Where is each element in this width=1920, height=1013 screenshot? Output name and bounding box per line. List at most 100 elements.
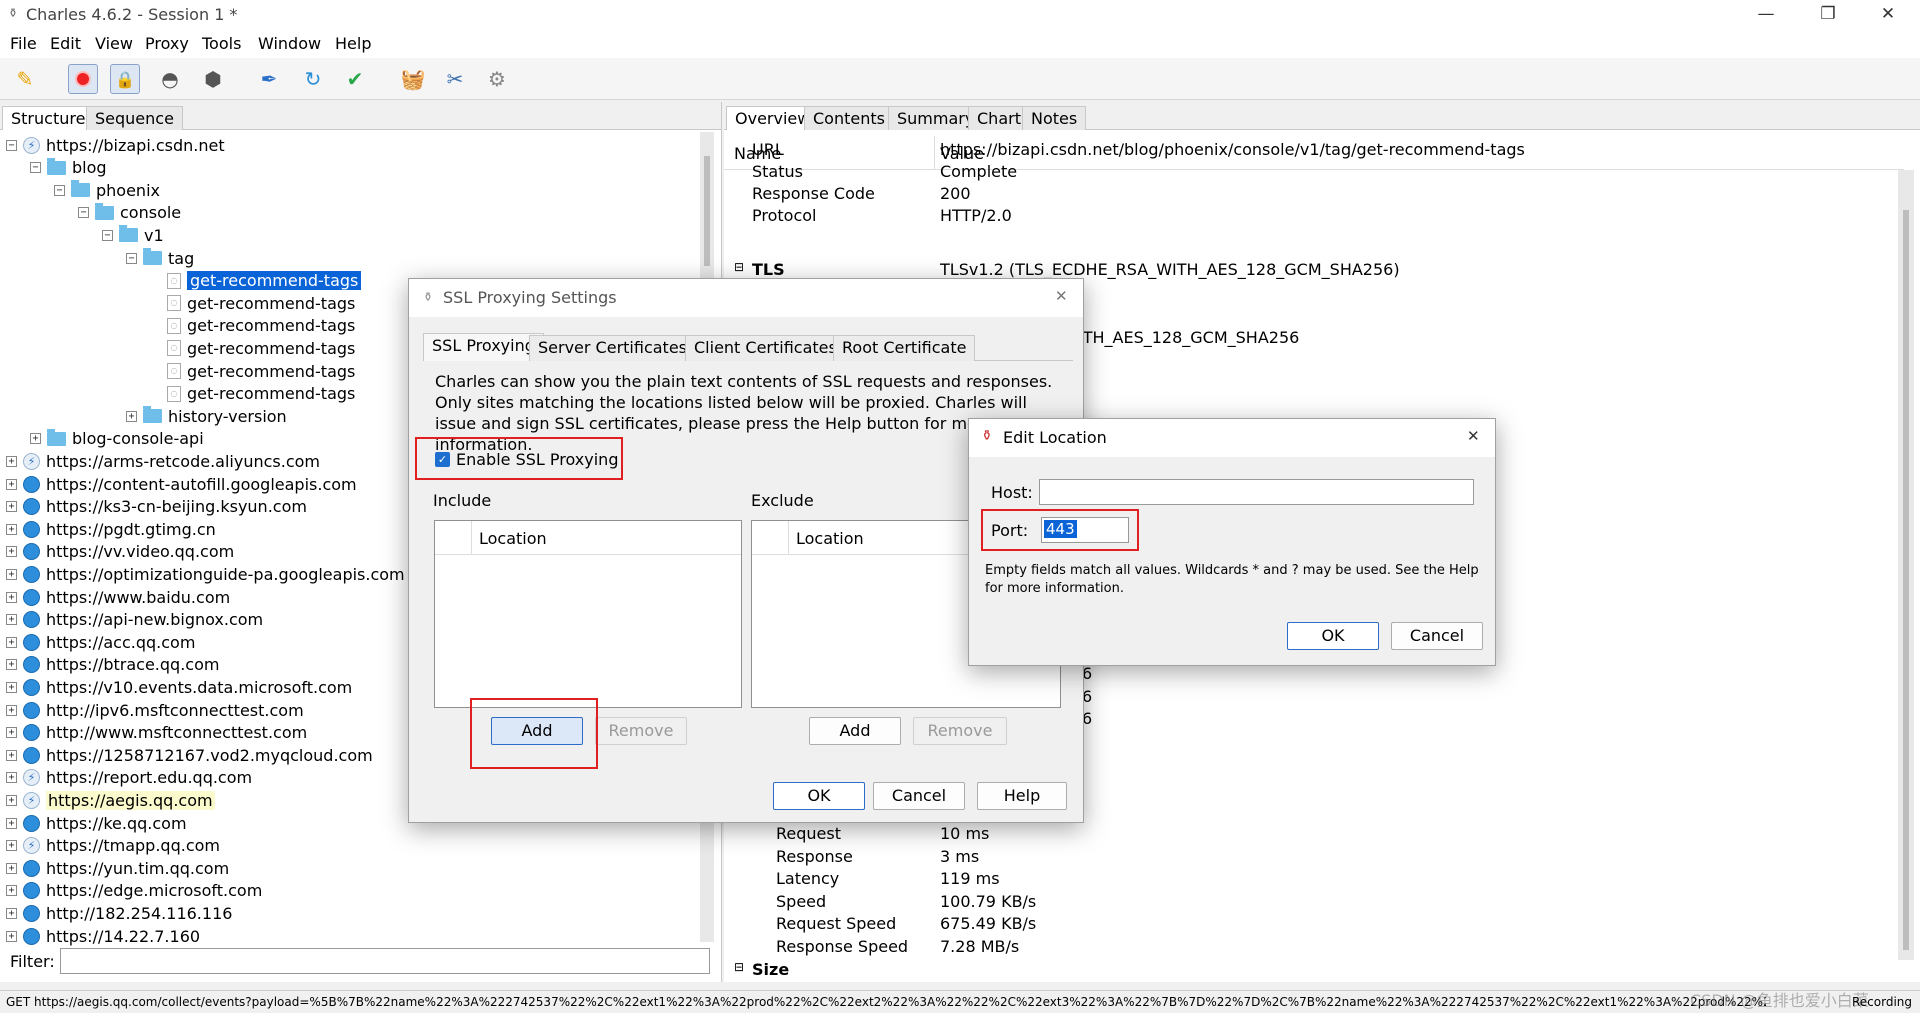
include-remove-button[interactable]: Remove <box>595 717 687 745</box>
menu-tools[interactable]: Tools <box>202 34 241 53</box>
tree-node[interactable]: − blog <box>30 157 107 179</box>
expand-icon[interactable]: + <box>6 455 17 467</box>
tab-structure[interactable]: Structure <box>2 106 95 130</box>
tree-node[interactable]: ◌ get-recommend-tags <box>150 270 362 292</box>
tree-node[interactable]: + https://content-autofill.googleapis.com <box>6 473 357 495</box>
collapse-icon[interactable]: − <box>6 139 17 151</box>
tree-node[interactable]: + https://1258712167.vod2.myqcloud.com <box>6 744 373 766</box>
exclude-add-button[interactable]: Add <box>809 717 901 745</box>
expand-icon[interactable]: + <box>30 433 41 445</box>
tree-node[interactable]: + https://btrace.qq.com <box>6 654 219 676</box>
edit-dialog-close-icon[interactable]: ✕ <box>1467 427 1480 445</box>
turtle-icon[interactable]: ◓ <box>155 64 185 94</box>
expand-icon[interactable]: + <box>6 749 17 761</box>
tree-node[interactable]: + https://www.baidu.com <box>6 586 230 608</box>
tree-node[interactable]: + https://acc.qq.com <box>6 631 195 653</box>
tab-notes[interactable]: Notes <box>1022 106 1087 130</box>
tree-node[interactable]: + https://edge.microsoft.com <box>6 880 262 902</box>
filter-input[interactable] <box>60 948 710 974</box>
ssl-cancel-button[interactable]: Cancel <box>873 782 965 810</box>
stop-hexagon-icon[interactable]: ⬢ <box>198 64 228 94</box>
tree-node[interactable]: + history-version <box>126 405 287 427</box>
tree-node[interactable]: + ⚡ https://tmapp.qq.com <box>6 835 220 857</box>
host-input[interactable] <box>1039 479 1474 505</box>
menu-window[interactable]: Window <box>258 34 321 53</box>
tree-node[interactable]: + http://www.msftconnecttest.com <box>6 722 307 744</box>
collapse-icon[interactable]: − <box>30 162 41 174</box>
menu-view[interactable]: View <box>95 34 133 53</box>
tab-root-certificate[interactable]: Root Certificate <box>833 335 976 361</box>
expand-icon[interactable]: + <box>6 501 17 513</box>
expand-icon[interactable]: + <box>6 840 17 852</box>
tree-node[interactable]: + ⚡ https://arms-retcode.aliyuncs.com <box>6 450 320 472</box>
tree-node[interactable]: + http://182.254.116.116 <box>6 902 232 924</box>
detail-scroll-thumb[interactable] <box>1903 210 1909 950</box>
minimize-icon[interactable]: — <box>1746 4 1786 24</box>
include-location-list[interactable]: Location <box>434 520 742 708</box>
tab-server-certificates[interactable]: Server Certificates <box>529 335 696 361</box>
tree-node[interactable]: + https://ke.qq.com <box>6 812 187 834</box>
pen-icon[interactable]: ✒ <box>254 64 284 94</box>
tab-chart[interactable]: Chart <box>968 106 1030 130</box>
tree-node[interactable]: + https://optimizationguide-pa.googleapis… <box>6 563 405 585</box>
broom-icon[interactable]: ✎ <box>10 64 40 94</box>
expand-icon[interactable]: + <box>6 659 17 671</box>
tree-node[interactable]: ◌ get-recommend-tags <box>150 337 355 359</box>
expand-icon[interactable]: + <box>6 727 17 739</box>
expand-icon[interactable]: + <box>6 862 17 874</box>
menu-help[interactable]: Help <box>335 34 371 53</box>
exclude-remove-button[interactable]: Remove <box>913 717 1007 745</box>
tree-node[interactable]: − console <box>78 202 181 224</box>
ssl-dialog-close-icon[interactable]: ✕ <box>1055 287 1068 305</box>
tree-node[interactable]: + https://api-new.bignox.com <box>6 609 263 631</box>
size-collapse-icon[interactable]: ⊟ <box>734 960 744 974</box>
tab-client-certificates[interactable]: Client Certificates <box>685 335 846 361</box>
edit-cancel-button[interactable]: Cancel <box>1391 622 1483 650</box>
tree-node[interactable]: − v1 <box>102 224 164 246</box>
expand-icon[interactable]: + <box>126 410 137 422</box>
edit-ok-button[interactable]: OK <box>1287 622 1379 650</box>
expand-icon[interactable]: + <box>6 636 17 648</box>
expand-icon[interactable]: + <box>6 591 17 603</box>
tree-node[interactable]: + https://pgdt.gtimg.cn <box>6 518 216 540</box>
tree-node[interactable]: ◌ get-recommend-tags <box>150 315 355 337</box>
tree-scroll-thumb[interactable] <box>704 156 710 266</box>
tree-node[interactable]: − tag <box>126 247 194 269</box>
tree-node[interactable]: + https://v10.events.data.microsoft.com <box>6 676 352 698</box>
expand-icon[interactable]: + <box>6 930 17 942</box>
expand-icon[interactable]: + <box>6 478 17 490</box>
tab-contents[interactable]: Contents <box>804 106 894 130</box>
collapse-icon[interactable]: − <box>126 252 137 264</box>
tree-node[interactable]: + https://yun.tim.qq.com <box>6 857 229 879</box>
tab-ssl-proxying[interactable]: SSL Proxying <box>423 333 544 361</box>
check-icon[interactable]: ✔ <box>340 64 370 94</box>
ssl-help-button[interactable]: Help <box>977 782 1067 810</box>
expand-icon[interactable]: + <box>6 885 17 897</box>
expand-icon[interactable]: + <box>6 907 17 919</box>
tree-node[interactable]: − ⚡ https://bizapi.csdn.net <box>6 134 225 156</box>
collapse-icon[interactable]: − <box>102 229 113 241</box>
settings-gear-icon[interactable]: ⚙ <box>482 64 512 94</box>
expand-icon[interactable]: + <box>6 681 17 693</box>
tree-node[interactable]: + http://ipv6.msftconnecttest.com <box>6 699 304 721</box>
tree-node[interactable]: ◌ get-recommend-tags <box>150 383 355 405</box>
expand-icon[interactable]: + <box>6 817 17 829</box>
expand-icon[interactable]: + <box>6 772 17 784</box>
tree-node[interactable]: ◌ get-recommend-tags <box>150 292 355 314</box>
refresh-icon[interactable]: ↻ <box>298 64 328 94</box>
menu-proxy[interactable]: Proxy <box>145 34 189 53</box>
expand-icon[interactable]: + <box>6 568 17 580</box>
collapse-icon[interactable]: − <box>54 184 65 196</box>
tools-icon[interactable]: ✂ <box>440 64 470 94</box>
tree-node[interactable]: + https://ks3-cn-beijing.ksyun.com <box>6 496 307 518</box>
tree-node[interactable]: + https://14.22.7.160 <box>6 925 200 947</box>
menu-file[interactable]: File <box>10 34 37 53</box>
expand-icon[interactable]: + <box>6 523 17 535</box>
throttle-lock-icon[interactable]: 🔒 <box>110 64 140 94</box>
expand-icon[interactable]: + <box>6 704 17 716</box>
tree-node[interactable]: − phoenix <box>54 179 160 201</box>
collapse-icon[interactable]: − <box>78 207 89 219</box>
tree-node[interactable]: + ⚡ https://aegis.qq.com <box>6 789 215 811</box>
tree-node[interactable]: ◌ get-recommend-tags <box>150 360 355 382</box>
tree-node[interactable]: + blog-console-api <box>30 428 204 450</box>
